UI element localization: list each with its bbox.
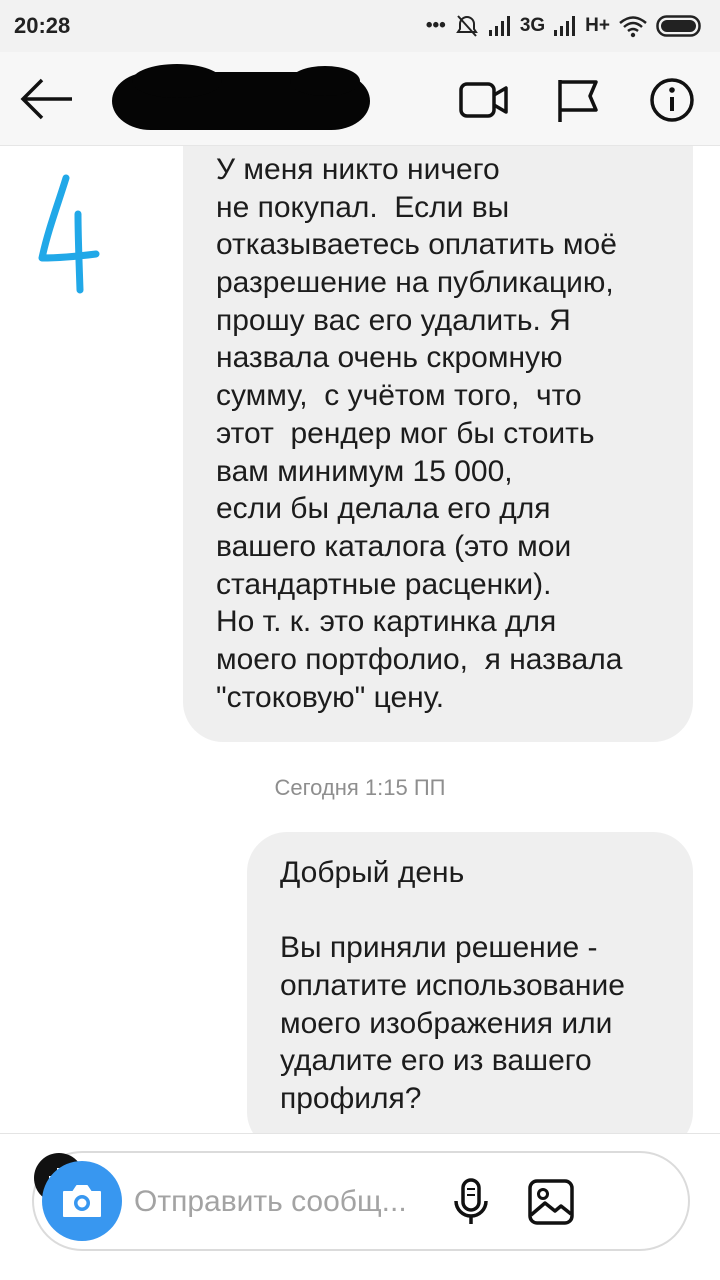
message-line: вашего каталога (это мои	[216, 529, 572, 563]
signal-bars-icon	[488, 16, 510, 36]
message-line	[280, 892, 673, 930]
network-type-1: 3G	[519, 15, 546, 36]
message-line: отказываетесь оплатить моё	[216, 228, 617, 262]
status-time: 20:28	[14, 13, 71, 38]
message-line: "стоковую" цену.	[216, 680, 445, 714]
message-line: сумму, с учётом того, что	[216, 379, 582, 413]
message-line: Добрый день	[280, 856, 465, 889]
status-icons: ••• 3G H+	[426, 13, 704, 39]
message-input[interactable]	[134, 1175, 434, 1229]
camera-button[interactable]	[42, 1161, 122, 1241]
flag-icon	[558, 80, 598, 122]
battery-icon	[656, 15, 701, 37]
report-button[interactable]	[552, 76, 604, 124]
message-line: не покупал. Если вы	[216, 190, 510, 224]
message-line: оплатите использование	[280, 969, 625, 1003]
camera-icon	[63, 1185, 101, 1217]
message-bubble[interactable]: Добрый день Вы приняли решение - оплатит…	[247, 832, 693, 1134]
more-dots-icon: •••	[425, 15, 446, 36]
message-line: моего изображения или	[280, 1006, 613, 1040]
image-gallery-icon	[528, 1179, 574, 1225]
wifi-icon	[619, 16, 647, 38]
message-line: профиля?	[280, 1082, 422, 1116]
video-camera-icon	[459, 82, 508, 118]
message-line: вам минимум 15 000,	[216, 454, 513, 488]
arrow-left-icon	[20, 78, 72, 120]
message-composer	[32, 1151, 690, 1251]
message-timestamp: Сегодня 1:15 ПП	[274, 775, 446, 800]
message-line: Но т. к. это картинка для	[216, 605, 557, 639]
contact-name-redacted[interactable]	[112, 64, 370, 130]
handwritten-annotation: 4	[38, 174, 100, 294]
info-button[interactable]	[646, 76, 698, 124]
chat-header	[0, 52, 720, 146]
message-line: моего портфолио, я назвала	[216, 642, 623, 676]
gallery-button[interactable]	[526, 1177, 576, 1227]
message-line: назвала очень скромную	[216, 341, 563, 375]
message-line: этот рендер мог бы стоить	[216, 416, 595, 450]
info-icon	[650, 78, 694, 122]
message-list[interactable]: 4 У меня никто ничего не покупал. Если в…	[0, 146, 720, 1134]
back-button[interactable]	[18, 74, 76, 124]
network-type-2: H+	[585, 15, 610, 36]
message-line: У меня никто ничего	[216, 153, 500, 186]
message-line: прошу вас его удалить. Я	[216, 303, 571, 337]
microphone-icon	[454, 1178, 488, 1224]
status-bar: 20:28 ••• 3G H+	[0, 0, 720, 52]
composer-divider	[0, 1133, 720, 1134]
voice-message-button[interactable]	[446, 1177, 496, 1227]
message-line: стандартные расценки).	[216, 567, 552, 601]
message-line: если бы делала его для	[216, 492, 551, 526]
message-line: удалите его из вашего	[280, 1044, 592, 1078]
alarm-off-icon	[455, 15, 478, 37]
message-line: разрешение на публикацию,	[216, 266, 614, 300]
message-bubble-incoming[interactable]: У меня никто ничего не покупал. Если вы …	[183, 146, 693, 742]
video-call-button[interactable]	[458, 76, 510, 124]
message-line: Вы приняли решение -	[280, 931, 598, 965]
signal-bars-icon	[554, 16, 576, 36]
